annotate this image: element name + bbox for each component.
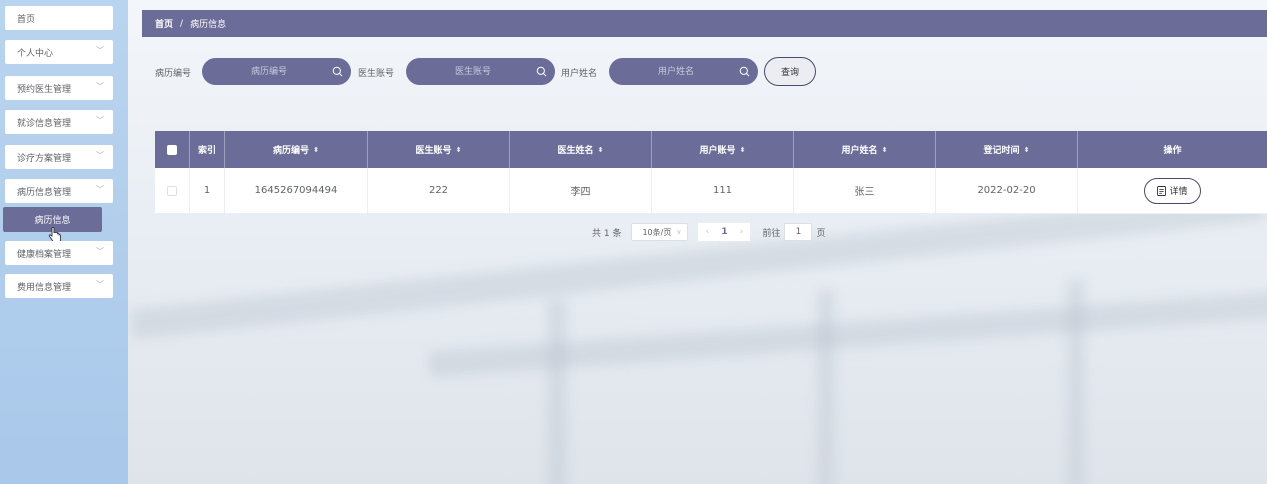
sort-icon[interactable]: ⬍ bbox=[1024, 146, 1030, 154]
pager: ‹ 1 › bbox=[698, 223, 751, 241]
header-label: 用户账号 bbox=[699, 146, 736, 156]
table-header: 索引 病历编号 ⬍ 医生账号 ⬍ 医生姓名 ⬍ 用户账号 ⬍ 用户姓名 ⬍ 登记时间 ⬍ 操… bbox=[155, 131, 1267, 168]
goto-page-input[interactable] bbox=[784, 223, 813, 241]
header-label: 病历编号 bbox=[273, 146, 310, 156]
header-user-account[interactable]: 用户账号 ⬍ bbox=[652, 131, 794, 168]
sidebar-item-health-records[interactable]: 健康档案管理 ﹀ bbox=[5, 241, 113, 265]
sidebar-item-label: 诊疗方案管理 bbox=[17, 153, 72, 164]
header-label: 用户姓名 bbox=[841, 146, 878, 156]
pagination: 共 1 条 10条/页 ∨ ‹ 1 › 前往 页 bbox=[592, 223, 825, 241]
record-no-field[interactable] bbox=[202, 58, 322, 85]
page-number[interactable]: 1 bbox=[714, 227, 734, 237]
breadcrumb-home[interactable]: 首页 bbox=[155, 17, 173, 30]
chevron-up-icon: ﹀ bbox=[96, 185, 104, 194]
user-name-search-input[interactable] bbox=[609, 58, 758, 85]
sidebar-item-label: 病历信息管理 bbox=[17, 187, 72, 198]
detail-button[interactable]: 详情 bbox=[1144, 177, 1201, 204]
sidebar-item-label: 健康档案管理 bbox=[17, 249, 72, 260]
header-user-name[interactable]: 用户姓名 ⬍ bbox=[794, 131, 936, 168]
sidebar-item-treatment-plan[interactable]: 诊疗方案管理 ﹀ bbox=[5, 145, 113, 169]
header-label: 登记时间 bbox=[983, 146, 1020, 156]
chevron-down-icon: ∨ bbox=[676, 228, 682, 236]
sidebar: 首页 个人中心 ﹀ 预约医生管理 ﹀ 就诊信息管理 ﹀ 诊疗方案管理 ﹀ 病历信… bbox=[0, 0, 128, 484]
sort-icon[interactable]: ⬍ bbox=[882, 146, 888, 154]
breadcrumb: 首页 / 病历信息 bbox=[142, 10, 1267, 37]
doctor-account-search-input[interactable] bbox=[406, 58, 555, 85]
chevron-down-icon: ﹀ bbox=[96, 280, 104, 289]
row-checkbox[interactable] bbox=[167, 185, 177, 196]
header-record-no[interactable]: 病历编号 ⬍ bbox=[225, 131, 368, 168]
query-button[interactable]: 查询 bbox=[764, 57, 816, 86]
prev-page-icon[interactable]: ‹ bbox=[700, 227, 714, 237]
records-table: 索引 病历编号 ⬍ 医生账号 ⬍ 医生姓名 ⬍ 用户账号 ⬍ 用户姓名 ⬍ 登记时间 ⬍ 操… bbox=[155, 131, 1267, 214]
sidebar-item-visit-info[interactable]: 就诊信息管理 ﹀ bbox=[5, 110, 113, 134]
cell-index: 1 bbox=[190, 168, 225, 213]
sort-icon[interactable]: ⬍ bbox=[456, 146, 462, 154]
select-all-checkbox[interactable] bbox=[167, 144, 177, 155]
cell-doctor-account: 222 bbox=[368, 168, 510, 213]
header-label: 医生姓名 bbox=[557, 146, 594, 156]
document-icon bbox=[1157, 185, 1167, 196]
page-size-value: 10条/页 bbox=[642, 227, 672, 237]
header-index: 索引 bbox=[190, 131, 225, 168]
breadcrumb-separator: / bbox=[180, 18, 184, 29]
sidebar-item-label: 费用信息管理 bbox=[17, 282, 72, 293]
sidebar-item-label: 首页 bbox=[17, 14, 36, 25]
next-page-icon[interactable]: › bbox=[734, 227, 748, 237]
search-icon bbox=[739, 66, 750, 77]
goto-label: 前往 bbox=[762, 228, 781, 239]
breadcrumb-current: 病历信息 bbox=[190, 20, 227, 30]
sidebar-item-medical-records[interactable]: 病历信息管理 ﹀ bbox=[5, 179, 113, 203]
page-suffix: 页 bbox=[816, 228, 826, 239]
sidebar-item-label: 个人中心 bbox=[17, 48, 54, 59]
chevron-down-icon: ﹀ bbox=[96, 247, 104, 256]
row-select[interactable] bbox=[155, 168, 190, 213]
header-date[interactable]: 登记时间 ⬍ bbox=[936, 131, 1078, 168]
table-row: 1 1645267094494 222 李四 111 张三 2022-02-20… bbox=[155, 168, 1267, 214]
sort-icon[interactable]: ⬍ bbox=[313, 146, 319, 154]
chevron-down-icon: ﹀ bbox=[96, 151, 104, 160]
header-doctor-name[interactable]: 医生姓名 ⬍ bbox=[510, 131, 652, 168]
search-label-doctor-account: 医生账号 bbox=[358, 69, 395, 79]
cell-doctor-name: 李四 bbox=[510, 168, 652, 213]
doctor-account-field[interactable] bbox=[406, 58, 526, 85]
cell-record-no: 1645267094494 bbox=[225, 168, 368, 213]
pagination-total: 共 1 条 bbox=[592, 228, 622, 239]
search-label-user-name: 用户姓名 bbox=[561, 69, 598, 79]
sidebar-item-personal-center[interactable]: 个人中心 ﹀ bbox=[5, 40, 113, 64]
cell-date: 2022-02-20 bbox=[936, 168, 1078, 213]
chevron-down-icon: ﹀ bbox=[96, 116, 104, 125]
cell-user-account: 111 bbox=[652, 168, 794, 213]
page-size-select[interactable]: 10条/页 ∨ bbox=[631, 223, 689, 241]
chevron-down-icon: ﹀ bbox=[96, 46, 104, 55]
user-name-field[interactable] bbox=[609, 58, 729, 85]
chevron-down-icon: ﹀ bbox=[96, 82, 104, 91]
sort-icon[interactable]: ⬍ bbox=[740, 146, 746, 154]
header-select-all[interactable] bbox=[155, 131, 190, 168]
cell-actions: 详情 bbox=[1078, 168, 1267, 213]
header-actions: 操作 bbox=[1163, 146, 1182, 156]
sidebar-item-home[interactable]: 首页 bbox=[5, 6, 113, 30]
detail-button-label: 详情 bbox=[1169, 187, 1188, 197]
sidebar-item-label: 预约医生管理 bbox=[17, 84, 72, 95]
search-icon bbox=[536, 66, 547, 77]
sidebar-item-appointment-doctor[interactable]: 预约医生管理 ﹀ bbox=[5, 76, 113, 100]
header-doctor-account[interactable]: 医生账号 ⬍ bbox=[368, 131, 510, 168]
cell-user-name: 张三 bbox=[794, 168, 936, 213]
sidebar-item-label: 就诊信息管理 bbox=[17, 118, 72, 129]
sort-icon[interactable]: ⬍ bbox=[598, 146, 604, 154]
sidebar-item-fee-info[interactable]: 费用信息管理 ﹀ bbox=[5, 274, 113, 298]
sidebar-subitem-label: 病历信息 bbox=[34, 216, 71, 226]
record-no-search-input[interactable] bbox=[202, 58, 351, 85]
search-label-record-no: 病历编号 bbox=[155, 69, 192, 79]
search-icon bbox=[332, 66, 343, 77]
header-label: 医生账号 bbox=[415, 146, 452, 156]
